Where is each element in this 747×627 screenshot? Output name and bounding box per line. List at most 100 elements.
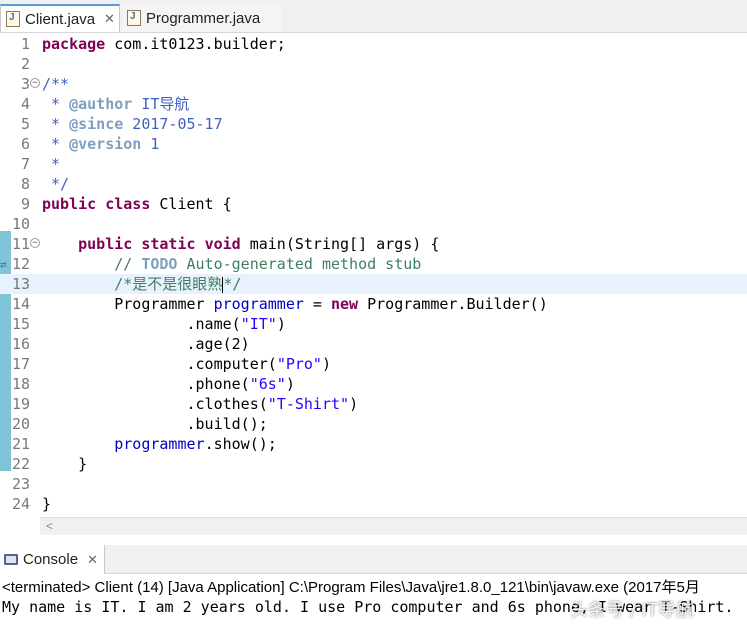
code-token: @since bbox=[69, 115, 124, 133]
code-line[interactable]: 13 /*是不是很眼熟*/ bbox=[0, 274, 747, 294]
fold-toggle-icon[interactable]: − bbox=[30, 238, 40, 248]
close-icon[interactable]: ✕ bbox=[87, 552, 98, 568]
code-text: */ bbox=[42, 174, 69, 194]
code-text: * @version 1 bbox=[42, 134, 159, 154]
code-line[interactable]: 9 public class Client { bbox=[0, 194, 747, 214]
line-number: 13 bbox=[11, 275, 30, 293]
code-text: } bbox=[42, 454, 87, 474]
horizontal-scrollbar[interactable]: < bbox=[40, 517, 747, 535]
line-number: 17 bbox=[11, 355, 30, 373]
java-file-icon: J bbox=[127, 10, 141, 26]
fold-toggle-icon[interactable]: − bbox=[30, 78, 40, 88]
code-token: TODO bbox=[141, 255, 178, 273]
code-token: } bbox=[42, 495, 52, 513]
code-token: Programmer bbox=[42, 295, 214, 313]
code-line[interactable]: 1 package com.it0123.builder; bbox=[0, 34, 747, 54]
code-token: ) bbox=[349, 395, 359, 413]
line-number: 12 bbox=[11, 255, 30, 273]
code-line[interactable]: 5 * @since 2017-05-17 bbox=[0, 114, 747, 134]
code-token: .build(); bbox=[42, 415, 268, 433]
scroll-left-icon[interactable]: < bbox=[46, 519, 53, 533]
code-text: * @author IT导航 bbox=[42, 94, 189, 114]
line-number: 20 bbox=[11, 415, 30, 433]
code-editor[interactable]: ⇄ 1 package com.it0123.builder; 2 3−/** 4 * … bbox=[0, 34, 747, 516]
code-line[interactable]: 19 .clothes("T-Shirt") bbox=[0, 394, 747, 414]
code-text: public static void main(String[] args) { bbox=[42, 234, 439, 254]
editor-tab-bar: J Client.java ✕ J Programmer.java bbox=[0, 0, 747, 33]
code-token: ) bbox=[321, 355, 331, 373]
code-line[interactable]: 16 .age(2) bbox=[0, 334, 747, 354]
code-line[interactable]: 20 .build(); bbox=[0, 414, 747, 434]
code-line[interactable]: 11− public static void main(String[] arg… bbox=[0, 234, 747, 254]
code-token: = bbox=[303, 295, 331, 313]
line-number: 24 bbox=[11, 495, 30, 513]
code-line[interactable]: 12 // TODO Auto-generated method stub bbox=[0, 254, 747, 274]
code-token: "Pro" bbox=[276, 355, 322, 373]
line-number: 18 bbox=[11, 375, 30, 393]
line-number: 10 bbox=[11, 215, 30, 233]
code-text: public class Client { bbox=[42, 194, 232, 214]
console-tab-label: Console bbox=[23, 551, 79, 568]
tab-client-java[interactable]: J Client.java ✕ bbox=[0, 4, 120, 32]
code-token: @version bbox=[69, 135, 142, 153]
code-line[interactable]: 7 * bbox=[0, 154, 747, 174]
code-text: programmer.show(); bbox=[42, 434, 277, 454]
console-icon bbox=[4, 554, 18, 565]
tab-label: Programmer.java bbox=[146, 9, 261, 27]
java-file-icon: J bbox=[6, 11, 20, 27]
code-token: .age(2) bbox=[42, 335, 250, 353]
code-text: } bbox=[42, 494, 51, 514]
code-token: class bbox=[105, 195, 151, 213]
console-tab-bar: Console ✕ bbox=[0, 545, 747, 574]
code-text: /** bbox=[42, 74, 69, 94]
code-line[interactable]: 18 .phone("6s") bbox=[0, 374, 747, 394]
code-token: "IT" bbox=[240, 315, 277, 333]
code-token: .show(); bbox=[204, 435, 277, 453]
code-token: com.it0123.builder; bbox=[105, 35, 286, 53]
code-line[interactable]: 21 programmer.show(); bbox=[0, 434, 747, 454]
code-token: void bbox=[204, 235, 241, 253]
line-number: 22 bbox=[11, 455, 30, 473]
code-token: Auto-generated method stub bbox=[177, 255, 422, 273]
code-text: // TODO Auto-generated method stub bbox=[42, 254, 421, 274]
code-line[interactable]: 14 Programmer programmer = new Programme… bbox=[0, 294, 747, 314]
code-line[interactable]: 17 .computer("Pro") bbox=[0, 354, 747, 374]
tab-console[interactable]: Console ✕ bbox=[0, 545, 105, 574]
code-line[interactable]: 15 .name("IT") bbox=[0, 314, 747, 334]
line-number: 15 bbox=[11, 315, 30, 333]
line-number: 7 bbox=[20, 155, 30, 173]
code-token: IT导航 bbox=[132, 95, 190, 113]
code-text: package com.it0123.builder; bbox=[42, 34, 286, 54]
code-text: .phone("6s") bbox=[42, 374, 295, 394]
code-line[interactable]: 6 * @version 1 bbox=[0, 134, 747, 154]
code-line[interactable]: 4 * @author IT导航 bbox=[0, 94, 747, 114]
line-number: 5 bbox=[20, 115, 30, 133]
code-token: .name( bbox=[42, 315, 241, 333]
tab-label: Client.java bbox=[25, 10, 96, 28]
line-number: 1 bbox=[20, 35, 30, 53]
code-line[interactable]: 3−/** bbox=[0, 74, 747, 94]
code-line[interactable]: 22 } bbox=[0, 454, 747, 474]
code-token: "T-Shirt" bbox=[267, 395, 350, 413]
code-token: /*是不是很眼熟 bbox=[114, 275, 223, 293]
code-token: programmer bbox=[213, 295, 304, 313]
code-token: public bbox=[42, 195, 97, 213]
code-line[interactable]: 2 bbox=[0, 54, 747, 74]
close-icon[interactable]: ✕ bbox=[104, 11, 115, 27]
code-token: */ bbox=[42, 175, 70, 193]
code-line[interactable]: 24} bbox=[0, 494, 747, 514]
tab-programmer-java[interactable]: J Programmer.java bbox=[122, 4, 282, 32]
code-line[interactable]: 8 */ bbox=[0, 174, 747, 194]
code-token: 1 bbox=[141, 135, 160, 153]
code-token: "6s" bbox=[249, 375, 286, 393]
code-token: 2017-05-17 bbox=[123, 115, 223, 133]
code-text: Programmer programmer = new Programmer.B… bbox=[42, 294, 548, 314]
code-line[interactable]: 10 bbox=[0, 214, 747, 234]
code-token: * bbox=[42, 95, 70, 113]
code-token: ) bbox=[285, 375, 295, 393]
code-line[interactable]: 23 bbox=[0, 474, 747, 494]
